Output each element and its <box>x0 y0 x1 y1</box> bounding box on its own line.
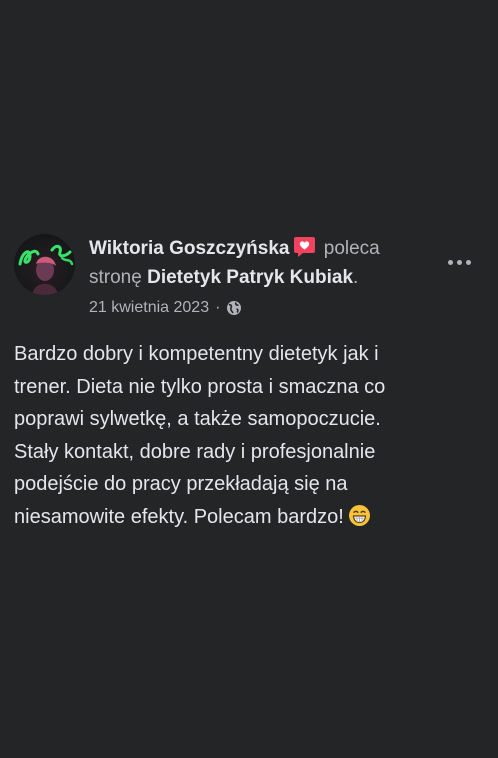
page-suffix: . <box>353 267 359 288</box>
grinning-face-icon <box>348 504 371 527</box>
more-dot-icon <box>456 259 462 265</box>
post-text: Bardzo dobry i kompetentny dietetyk jak … <box>14 338 484 533</box>
review-post: Wiktoria Goszczyńska poleca stronę Dietet… <box>0 0 498 758</box>
more-dot-icon <box>447 259 453 265</box>
avatar[interactable] <box>14 234 75 295</box>
post-byline: Wiktoria Goszczyńska poleca stronę Dietet… <box>89 234 449 292</box>
post-date[interactable]: 21 kwietnia 2023 <box>89 299 209 317</box>
heart-bubble-icon <box>293 235 316 258</box>
action-text-continued: stronę <box>89 267 148 288</box>
meta-separator: · <box>215 299 221 316</box>
more-options-button[interactable] <box>444 247 474 277</box>
globe-icon[interactable] <box>226 300 242 316</box>
post-header: Wiktoria Goszczyńska poleca stronę Dietet… <box>14 232 484 322</box>
author-name[interactable]: Wiktoria Goszczyńska <box>89 238 289 259</box>
avatar-image <box>18 244 74 295</box>
more-dot-icon <box>465 259 471 265</box>
page-name-link[interactable]: Dietetyk Patryk Kubiak <box>147 267 353 288</box>
post-meta: 21 kwietnia 2023 · <box>89 299 242 317</box>
action-text: poleca <box>318 238 380 259</box>
post-body: Bardzo dobry i kompetentny dietetyk jak … <box>14 343 386 528</box>
